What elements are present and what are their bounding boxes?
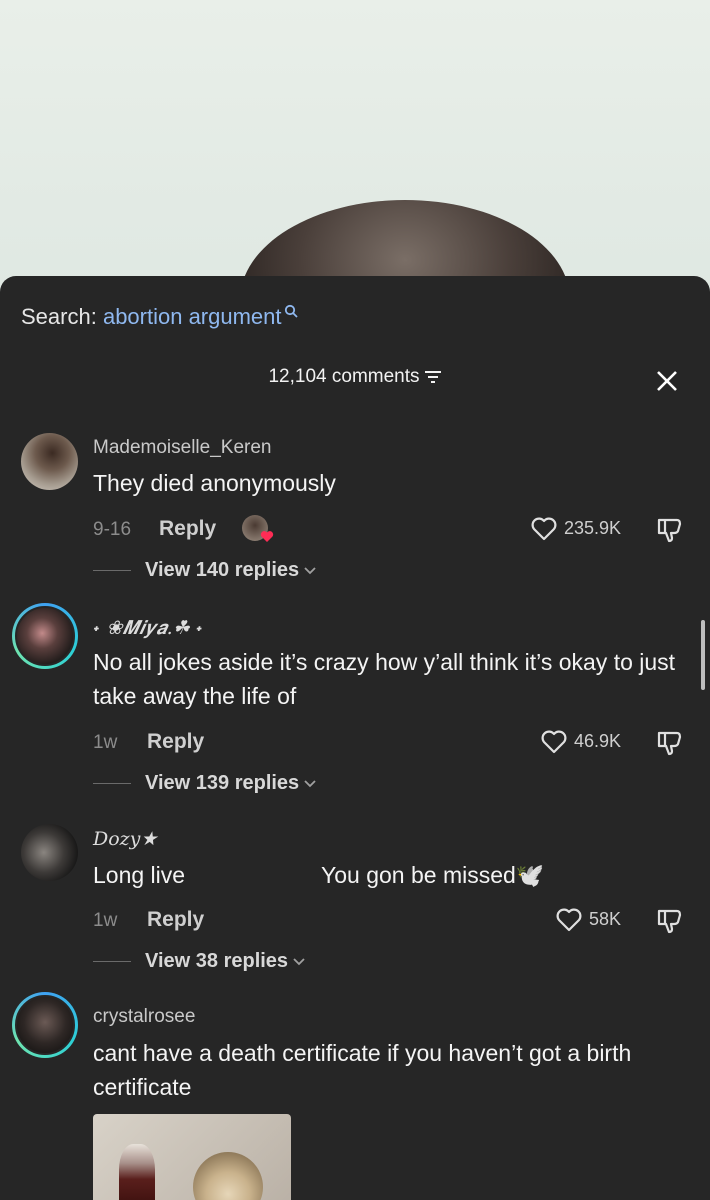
comments-count-header[interactable]: 12,104 comments: [0, 366, 710, 388]
search-icon: [284, 304, 298, 318]
reply-button[interactable]: Reply: [147, 730, 204, 754]
view-replies-label: View 139 replies: [145, 772, 300, 794]
replies-divider: [93, 961, 131, 963]
avatar[interactable]: [12, 603, 78, 669]
comment-date: 9-16: [93, 519, 132, 540]
avatar[interactable]: [12, 992, 78, 1058]
like-button[interactable]: 58K: [555, 907, 621, 933]
heart-icon: [556, 908, 582, 932]
reply-button[interactable]: Reply: [147, 908, 204, 932]
comments-count: 12,104 comments: [268, 366, 420, 387]
search-suggestion[interactable]: Search: abortion argument: [21, 304, 298, 330]
comment-text-left: Long live: [93, 862, 186, 888]
view-replies-label: View 140 replies: [145, 559, 300, 581]
heart-icon: [531, 517, 557, 541]
view-replies-button[interactable]: View 139 replies: [93, 772, 317, 795]
like-count: 58K: [589, 908, 622, 929]
search-prefix: Search:: [21, 304, 97, 329]
comments-panel: Search: abortion argument 12,104 comment…: [0, 276, 710, 1200]
view-replies-label: View 38 replies: [145, 950, 289, 972]
replies-divider: [93, 570, 131, 572]
comment-date: 1w: [93, 910, 118, 931]
avatar-image: [15, 995, 75, 1055]
comment-username[interactable]: ˖ ❀𝑴𝒊𝒚𝒂.☘︎ ˖: [93, 617, 203, 639]
like-count: 46.9K: [574, 730, 622, 751]
comment-username[interactable]: crystalrosee: [93, 1006, 195, 1028]
chevron-down-icon: [304, 567, 316, 574]
comment-text: No all jokes aside it’s crazy how y’all …: [93, 649, 676, 709]
comment-username[interactable]: Mademoiselle_Keren: [93, 437, 272, 459]
heart-icon: [541, 730, 567, 754]
like-count: 235.9K: [564, 517, 622, 538]
search-query[interactable]: abortion argument: [103, 304, 282, 329]
filter-icon[interactable]: [424, 369, 442, 385]
replies-divider: [93, 783, 131, 785]
view-replies-button[interactable]: View 140 replies: [93, 559, 317, 582]
avatar-image: [15, 606, 75, 666]
person-hair-shape: [193, 1152, 263, 1200]
wine-glass-shape: [119, 1144, 155, 1200]
dislike-icon[interactable]: [656, 516, 684, 544]
scrollbar[interactable]: [701, 620, 705, 690]
avatar[interactable]: [21, 824, 78, 881]
comment-username[interactable]: 𝐷𝑜𝑧𝑦★: [93, 828, 157, 850]
chevron-down-icon: [304, 780, 316, 787]
heart-badge-icon: [260, 531, 274, 542]
comment-text: cant have a death certificate if you hav…: [93, 1040, 632, 1100]
comment-image[interactable]: [93, 1114, 291, 1200]
dislike-icon[interactable]: [656, 907, 684, 935]
comment-text-right: You gon be missed🕊️: [321, 862, 545, 888]
comment-date: 1w: [93, 732, 118, 753]
reply-button[interactable]: Reply: [159, 517, 216, 541]
avatar[interactable]: [21, 433, 78, 490]
like-button[interactable]: 46.9K: [540, 729, 621, 755]
like-button[interactable]: 235.9K: [530, 516, 621, 542]
dislike-icon[interactable]: [656, 729, 684, 757]
creator-liked-avatar: [242, 515, 274, 542]
view-replies-button[interactable]: View 38 replies: [93, 950, 306, 973]
comment-text: They died anonymously: [93, 470, 336, 496]
chevron-down-icon: [293, 958, 305, 965]
close-icon[interactable]: [654, 368, 680, 394]
